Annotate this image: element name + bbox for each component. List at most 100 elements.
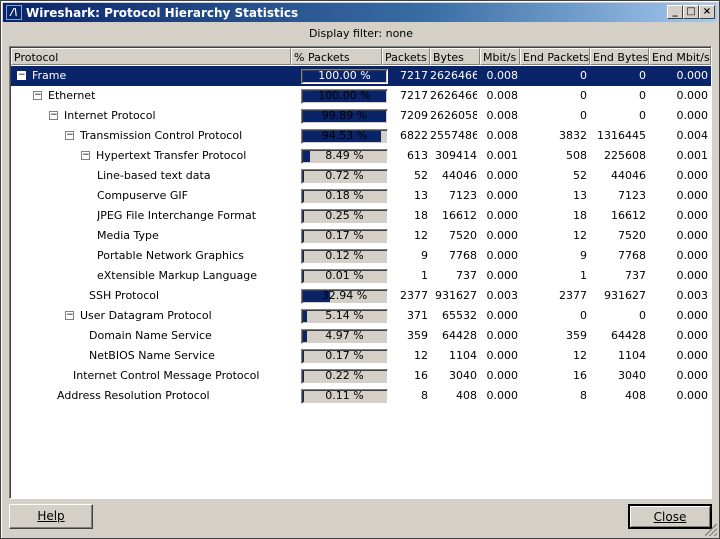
collapse-icon[interactable]: − — [33, 91, 42, 100]
percent-packets-value: 99.89 % — [321, 109, 368, 122]
column-header-end-bytes[interactable]: End Bytes — [590, 48, 649, 65]
table-row[interactable]: Line-based text data 0.72 % 52 44046 0.000 52… — [11, 166, 711, 186]
table-row[interactable]: Domain Name Service 4.97 % 359 64428 0.000 35… — [11, 326, 711, 346]
percent-packets-value: 100.00 % — [318, 89, 371, 102]
packets-value: 613 — [407, 149, 428, 162]
end-mbits-value: 0.000 — [676, 189, 709, 202]
protocol-hierarchy-window: /\ Wireshark: Protocol Hierarchy Statist… — [0, 0, 720, 539]
table-row[interactable]: − Hypertext Transfer Protocol 8.49 % 613 309… — [11, 146, 711, 166]
table-row[interactable]: Portable Network Graphics 0.12 % 9 7768 0.00… — [11, 246, 711, 266]
close-window-button[interactable]: × — [699, 5, 715, 19]
bytes-value: 2557486 — [430, 129, 477, 142]
table-row[interactable]: − Internet Protocol 99.89 % 7209 2626058 0.00… — [11, 106, 711, 126]
mbits-value: 0.000 — [486, 269, 519, 282]
packets-value: 359 — [407, 329, 428, 342]
resize-grip[interactable] — [705, 524, 717, 536]
end-bytes-value: 0 — [639, 109, 646, 122]
end-bytes-value: 1104 — [618, 349, 646, 362]
end-bytes-value: 1316445 — [597, 129, 646, 142]
column-header-packets[interactable]: Packets — [382, 48, 430, 65]
percent-packets-bar: 0.17 % — [301, 229, 388, 244]
mbits-value: 0.008 — [486, 69, 519, 82]
bytes-value: 64428 — [442, 329, 477, 342]
table-row[interactable]: NetBIOS Name Service 0.17 % 12 1104 0.000 12 1… — [11, 346, 711, 366]
table-row[interactable]: Address Resolution Protocol 0.11 % 8 408 0.0… — [11, 386, 711, 406]
end-mbits-value: 0.001 — [676, 149, 709, 162]
table-row[interactable]: JPEG File Interchange Format 0.25 % 18 1661… — [11, 206, 711, 226]
collapse-icon[interactable]: − — [49, 111, 58, 120]
collapse-icon[interactable]: − — [65, 311, 74, 320]
percent-packets-value: 0.11 % — [325, 389, 364, 402]
close-button[interactable]: Close — [628, 504, 712, 529]
percent-packets-bar: 0.25 % — [301, 209, 388, 224]
packets-value: 12 — [414, 349, 428, 362]
end-packets-value: 3832 — [559, 129, 587, 142]
end-mbits-value: 0.000 — [676, 209, 709, 222]
mbits-value: 0.000 — [486, 389, 519, 402]
end-mbits-value: 0.000 — [676, 349, 709, 362]
packets-value: 7209 — [400, 109, 428, 122]
end-packets-value: 18 — [573, 209, 587, 222]
bytes-value: 1104 — [449, 349, 477, 362]
table-row[interactable]: − User Datagram Protocol 5.14 % 371 65532 0.0… — [11, 306, 711, 326]
table-row[interactable]: eXtensible Markup Language 0.01 % 1 737 0.00… — [11, 266, 711, 286]
column-header-bytes[interactable]: Bytes — [430, 48, 480, 65]
bytes-value: 65532 — [442, 309, 477, 322]
end-mbits-value: 0.000 — [676, 389, 709, 402]
bytes-value: 2626466 — [430, 89, 477, 102]
packets-value: 16 — [414, 369, 428, 382]
protocol-name: Media Type — [97, 229, 159, 242]
end-mbits-value: 0.000 — [676, 309, 709, 322]
bytes-value: 7768 — [449, 249, 477, 262]
end-mbits-value: 0.000 — [676, 69, 709, 82]
maximize-button[interactable]: □ — [683, 5, 699, 19]
end-packets-value: 508 — [566, 149, 587, 162]
table-row[interactable]: Internet Control Message Protocol 0.22 % 1… — [11, 366, 711, 386]
table-row[interactable]: Media Type 0.17 % 12 7520 0.000 12 7520 0.000 — [11, 226, 711, 246]
table-row[interactable]: − Frame 100.00 % 7217 2626466 0.008 0 0 0.000 — [11, 66, 711, 86]
percent-packets-value: 0.17 % — [325, 349, 364, 362]
end-packets-value: 359 — [566, 329, 587, 342]
protocol-name: Hypertext Transfer Protocol — [96, 149, 247, 162]
protocol-tree-table[interactable]: Protocol % Packets Packets Bytes Mbit/s … — [9, 46, 712, 499]
protocol-name: JPEG File Interchange Format — [97, 209, 257, 222]
percent-packets-value: 32.94 % — [321, 289, 368, 302]
protocol-name: Line-based text data — [97, 169, 211, 182]
end-packets-value: 0 — [580, 69, 587, 82]
column-header-end-mbits[interactable]: End Mbit/s — [649, 48, 711, 65]
table-row[interactable]: − Transmission Control Protocol 94.53 % 682… — [11, 126, 711, 146]
percent-packets-value: 0.12 % — [325, 249, 364, 262]
end-packets-value: 52 — [573, 169, 587, 182]
percent-packets-bar: 0.11 % — [301, 389, 388, 404]
packets-value: 7217 — [400, 89, 428, 102]
end-bytes-value: 7123 — [618, 189, 646, 202]
protocol-name: Transmission Control Protocol — [80, 129, 243, 142]
end-bytes-value: 64428 — [611, 329, 646, 342]
protocol-name: Compuserve GIF — [97, 189, 188, 202]
end-bytes-value: 931627 — [604, 289, 646, 302]
collapse-icon[interactable]: − — [81, 151, 90, 160]
protocol-name: User Datagram Protocol — [80, 309, 212, 322]
table-row[interactable]: SSH Protocol 32.94 % 2377 931627 0.003 2377 93… — [11, 286, 711, 306]
table-row[interactable]: − Ethernet 100.00 % 7217 2626466 0.008 0 0 0.000 — [11, 86, 711, 106]
percent-packets-bar: 0.22 % — [301, 369, 388, 384]
bytes-value: 309414 — [435, 149, 477, 162]
collapse-icon[interactable]: − — [17, 71, 26, 80]
minimize-button[interactable]: _ — [667, 5, 683, 19]
collapse-icon[interactable]: − — [65, 131, 74, 140]
help-button[interactable]: Help — [9, 504, 93, 529]
end-packets-value: 8 — [580, 389, 587, 402]
column-header-protocol[interactable]: Protocol — [11, 48, 291, 65]
end-mbits-value: 0.000 — [676, 89, 709, 102]
protocol-name: Internet Protocol — [64, 109, 156, 122]
mbits-value: 0.000 — [486, 169, 519, 182]
bytes-value: 7520 — [449, 229, 477, 242]
percent-packets-bar: 0.72 % — [301, 169, 388, 184]
table-row[interactable]: Compuserve GIF 0.18 % 13 7123 0.000 13 7123 0.0… — [11, 186, 711, 206]
title-bar[interactable]: /\ Wireshark: Protocol Hierarchy Statist… — [3, 3, 717, 22]
column-header-pct-packets[interactable]: % Packets — [291, 48, 382, 65]
column-header-end-packets[interactable]: End Packets — [520, 48, 590, 65]
column-header-mbits[interactable]: Mbit/s — [480, 48, 520, 65]
end-bytes-value: 0 — [639, 309, 646, 322]
bytes-value: 44046 — [442, 169, 477, 182]
